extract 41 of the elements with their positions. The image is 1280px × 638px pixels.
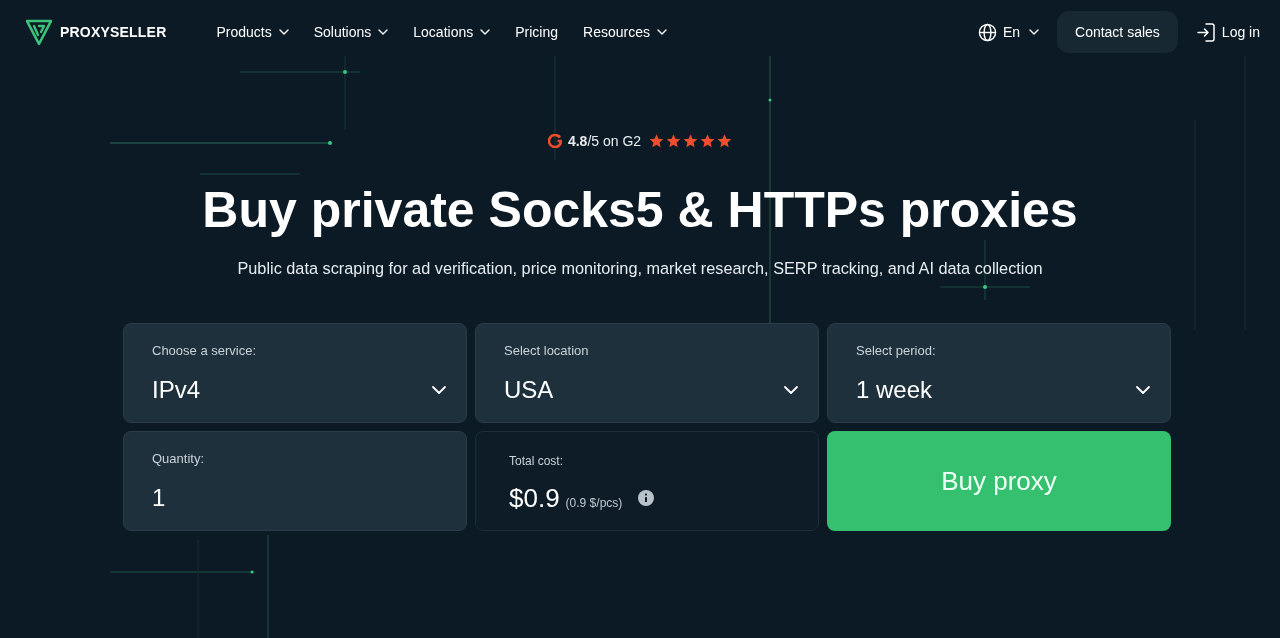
- dropdown-field[interactable]: Select location USA: [475, 323, 819, 423]
- field-value: 1 week: [856, 375, 933, 405]
- login-link[interactable]: Log in: [1196, 21, 1260, 43]
- star-icon: [649, 134, 665, 148]
- g2-logo-icon: [547, 134, 562, 148]
- total-cost-amount: $0.9: [509, 482, 560, 515]
- unit-price: (0.9 $/pcs): [565, 495, 623, 512]
- info-icon[interactable]: [638, 490, 655, 506]
- nav-dropdown[interactable]: Solutions: [313, 21, 389, 43]
- dropdown-field[interactable]: Choose a service: IPv4: [123, 323, 467, 423]
- field-value: USA: [504, 375, 554, 405]
- star-icon: [666, 134, 682, 148]
- chevron-down-icon: [1136, 386, 1150, 394]
- quantity-field[interactable]: Quantity: 1: [123, 431, 467, 531]
- hero-subtitle: Public data scraping for ad verification, price monitoring, market research, SERP tracking, and AI data collection: [237, 258, 1043, 279]
- field-label: Choose a service:: [152, 343, 258, 359]
- chevron-down-icon: [784, 386, 798, 394]
- logo-icon[interactable]: [26, 19, 52, 45]
- login-icon: [1196, 22, 1215, 42]
- chevron-down-icon: [432, 386, 446, 394]
- nav-link[interactable]: Pricing: [515, 21, 559, 43]
- language-selector[interactable]: En: [977, 21, 1039, 43]
- contact-sales-button[interactable]: Contact sales: [1057, 11, 1178, 53]
- dropdown-field[interactable]: Select period: 1 week: [827, 323, 1171, 423]
- hero-title: Buy private Socks5 & HTTPs proxies: [202, 181, 1078, 240]
- field-label: Select location: [504, 343, 590, 359]
- chevron-down-icon: [1029, 29, 1039, 35]
- quantity-input[interactable]: 1: [152, 482, 446, 514]
- star-icon: [683, 134, 699, 148]
- total-cost-label: Total cost:: [509, 453, 565, 469]
- star-icon: [717, 134, 733, 148]
- rating-text: 4.8/5 on G2: [567, 131, 642, 151]
- field-value: IPv4: [152, 375, 201, 405]
- field-label: Select period:: [856, 343, 937, 359]
- nav-dropdown[interactable]: Locations: [413, 21, 491, 43]
- globe-icon: [977, 22, 997, 42]
- logo-text[interactable]: PROXYSELLER: [60, 21, 167, 43]
- nav-dropdown[interactable]: Products: [216, 21, 289, 43]
- field-label: Quantity:: [152, 451, 206, 467]
- nav-dropdown[interactable]: Resources: [583, 21, 667, 43]
- star-icon: [700, 134, 716, 148]
